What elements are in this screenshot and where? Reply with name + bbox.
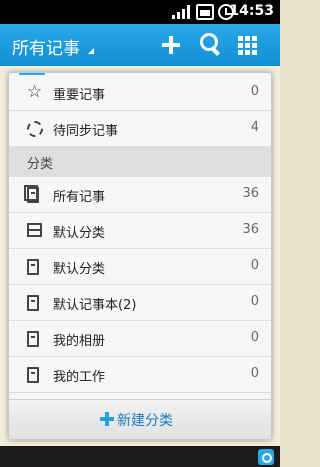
menu-item-count: 0 — [250, 84, 259, 99]
category-label: 默认分类 — [53, 262, 106, 277]
category-count: 0 — [250, 366, 259, 381]
menu-item-pending-sync[interactable]: 待同步记事 4 — [9, 111, 271, 147]
section-header-categories: 分类 — [9, 147, 271, 177]
notebook-icon — [27, 367, 39, 383]
category-item-my-album[interactable]: 我的相册 0 — [9, 321, 271, 357]
documents-icon — [24, 185, 39, 203]
grid-view-button[interactable] — [232, 30, 262, 60]
category-label: 所有记事 — [53, 190, 106, 205]
action-bar: 所有记事 — [0, 24, 280, 66]
category-count: 0 — [250, 330, 259, 345]
section-title: 分类 — [27, 157, 54, 172]
category-label: 默认分类 — [53, 226, 106, 241]
search-button[interactable] — [196, 30, 226, 60]
category-label: 我的相册 — [53, 334, 106, 349]
status-bar: 14:53 — [0, 0, 280, 24]
menu-item-label: 重要记事 — [53, 88, 106, 103]
plus-icon — [100, 412, 114, 426]
category-item-default-notebook[interactable]: 默认记事本(2) 0 — [9, 285, 271, 321]
notebook-icon — [27, 259, 39, 275]
category-label: 我的工作 — [53, 370, 106, 385]
settings-icon[interactable] — [258, 449, 274, 465]
add-note-button[interactable] — [156, 30, 186, 60]
notebook-selector[interactable]: 所有记事 — [12, 34, 80, 59]
star-icon: ☆ — [27, 82, 43, 102]
category-item-default[interactable]: 默认分类 36 — [9, 213, 271, 249]
menu-item-important[interactable]: ☆ 重要记事 0 — [9, 75, 271, 111]
notebook-dropdown-menu: ☆ 重要记事 0 待同步记事 4 分类 所有记事 36 默认分类 36 默认分类… — [8, 72, 272, 440]
menu-item-count: 4 — [250, 120, 259, 135]
category-count: 36 — [242, 186, 259, 201]
category-item-all-notes[interactable]: 所有记事 36 — [9, 177, 271, 213]
signal-icon — [172, 5, 192, 19]
notebook-icon — [27, 331, 39, 347]
dropdown-caret-icon — [88, 48, 94, 54]
category-count: 0 — [250, 294, 259, 309]
archive-icon — [27, 223, 42, 237]
category-item-default-2[interactable]: 默认分类 0 — [9, 249, 271, 285]
category-label: 默认记事本(2) — [53, 298, 137, 313]
category-item-my-work[interactable]: 我的工作 0 — [9, 357, 271, 393]
category-count: 0 — [250, 258, 259, 273]
sync-icon — [27, 121, 43, 137]
battery-icon — [196, 4, 214, 20]
new-category-label: 新建分类 — [117, 413, 173, 429]
bottom-bar — [0, 446, 280, 467]
category-count: 36 — [242, 222, 259, 237]
menu-item-label: 待同步记事 — [53, 124, 119, 139]
new-category-button[interactable]: 新建分类 — [9, 399, 271, 439]
clock: 14:53 — [229, 3, 274, 19]
notebook-icon — [27, 295, 39, 311]
